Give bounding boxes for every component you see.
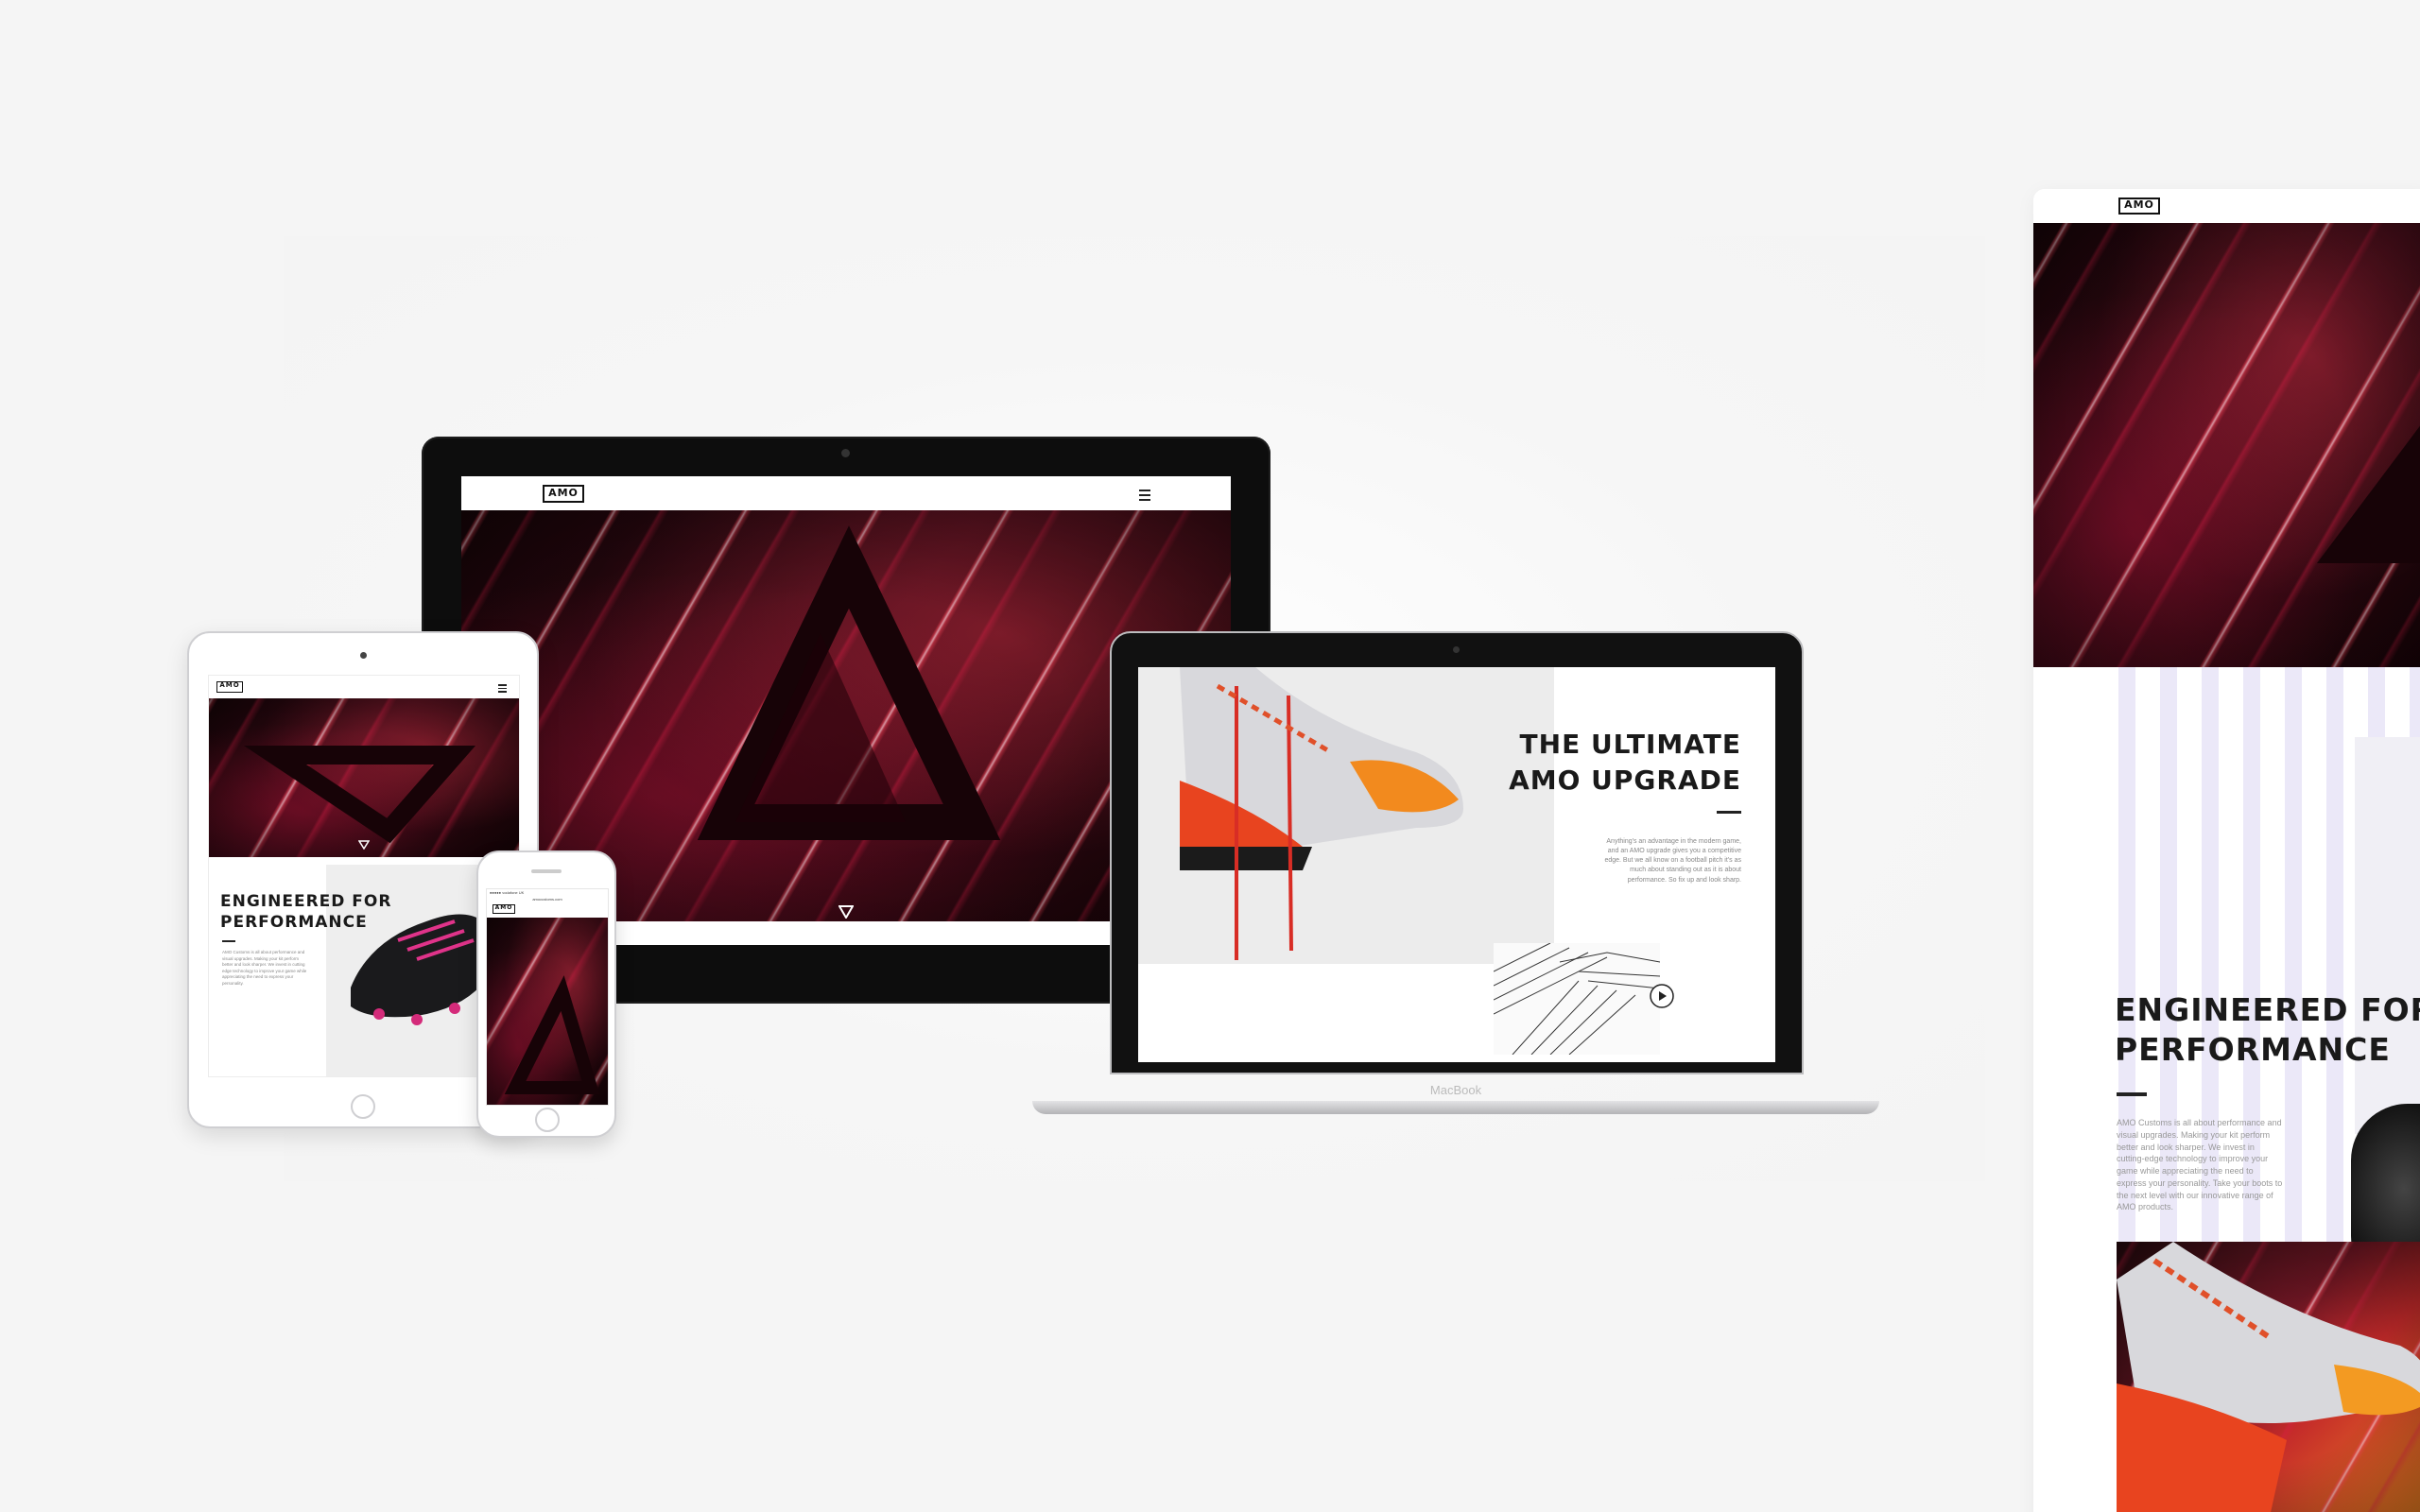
camera-icon — [360, 652, 367, 659]
monitor-stand-base — [704, 1102, 986, 1111]
laptop-brand-label: MacBook — [1429, 1083, 1482, 1097]
play-circle-icon[interactable] — [1649, 983, 1675, 1009]
laptop-base — [1032, 1101, 1879, 1114]
full-page-preview: AMO ENGINEERED FOR PERFORMANCE AMO Custo… — [2033, 189, 2420, 1512]
home-button[interactable] — [535, 1108, 560, 1132]
laptop-divider — [1717, 811, 1741, 814]
logo[interactable]: AMO — [543, 485, 584, 503]
laptop-headline-line2: AMO UPGRADE — [1509, 765, 1741, 796]
page-headline-line1: ENGINEERED FOR — [2115, 991, 2420, 1028]
page-body: AMO Customs is all about performance and… — [2117, 1118, 2283, 1212]
hero-image — [487, 918, 608, 1105]
architecture-sketch-image — [1494, 943, 1660, 1055]
page-headline-line2: PERFORMANCE — [2115, 1031, 2391, 1068]
tablet-body: AMO Customs is all about performance and… — [222, 950, 307, 986]
hero-image — [2033, 223, 2420, 667]
laptop-screen: THE ULTIMATE AMO UPGRADE Anything's an a… — [1138, 667, 1775, 1062]
laptop-body: Anything's an advantage in the modern ga… — [1604, 838, 1741, 884]
hamburger-menu-icon[interactable] — [1139, 490, 1150, 504]
tablet-headline-line2: PERFORMANCE — [220, 913, 368, 932]
page-shoe-panel — [2355, 737, 2420, 1134]
logo[interactable]: AMO — [2118, 198, 2160, 215]
showcase-stage: AMO THE ULTIMATE AMO UPGRADE Anything's … — [0, 0, 2420, 1512]
orange-boot-image — [2117, 1242, 2420, 1512]
hero-image — [209, 698, 519, 857]
amo-triangle-mark — [697, 525, 1001, 840]
page-header: AMO — [2033, 189, 2420, 223]
hero-image — [461, 510, 1231, 921]
amo-triangle-mark — [243, 746, 476, 844]
down-triangle-icon[interactable] — [358, 840, 370, 850]
phone-screen: ●●●●● vodafone UK amocustoms.com AMO — [486, 888, 609, 1106]
monitor-stand — [751, 1004, 940, 1108]
laptop-headline-line1: THE ULTIMATE — [1519, 729, 1741, 760]
amo-triangle-mark — [504, 975, 600, 1094]
logo[interactable]: AMO — [216, 681, 243, 693]
page-divider — [2117, 1092, 2147, 1096]
camera-icon — [1453, 646, 1460, 653]
tablet-headline-line1: ENGINEERED FOR — [220, 892, 392, 911]
desktop-screen: AMO — [461, 476, 1231, 945]
tablet-divider — [222, 940, 235, 942]
down-triangle-icon[interactable] — [838, 905, 854, 919]
amo-triangle-mark — [2317, 425, 2420, 563]
boot-shape — [2117, 1242, 2420, 1512]
camera-icon — [841, 449, 850, 457]
home-button[interactable] — [351, 1094, 375, 1119]
